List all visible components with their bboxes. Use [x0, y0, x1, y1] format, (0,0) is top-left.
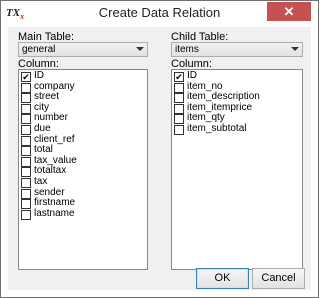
checkbox[interactable]: [21, 103, 31, 114]
checkbox[interactable]: [21, 135, 31, 146]
chevron-down-icon: [291, 47, 299, 51]
checkbox[interactable]: [174, 93, 184, 104]
cancel-button[interactable]: Cancel: [252, 268, 305, 289]
ok-button[interactable]: OK: [196, 268, 249, 289]
child-table-value: items: [175, 44, 199, 55]
list-item-label: item_subtotal: [187, 123, 247, 134]
checkbox[interactable]: [21, 93, 31, 104]
dialog-body: Main Table: general Column: ✔ ID company st…: [8, 27, 311, 290]
checkbox[interactable]: [21, 209, 31, 220]
checkbox[interactable]: [174, 125, 184, 135]
checkbox-checked[interactable]: ✔: [174, 72, 184, 82]
checkbox[interactable]: [21, 156, 31, 167]
checkbox[interactable]: [21, 199, 31, 210]
checkbox[interactable]: [21, 146, 31, 157]
checkbox[interactable]: [174, 103, 184, 114]
checkbox[interactable]: [21, 167, 31, 178]
checkbox[interactable]: [21, 125, 31, 135]
list-item-label: lastname: [34, 207, 75, 219]
child-table-select[interactable]: items: [171, 42, 303, 57]
close-button[interactable]: ✕: [267, 2, 311, 21]
main-column-list[interactable]: ✔ ID company street city number due client_ref t…: [18, 69, 148, 270]
checkbox[interactable]: [21, 178, 31, 188]
main-table-select[interactable]: general: [18, 42, 148, 57]
checkbox[interactable]: [174, 114, 184, 125]
checkbox-checked[interactable]: ✔: [21, 72, 31, 82]
checkbox[interactable]: [174, 82, 184, 93]
child-column-list[interactable]: ✔ ID item_no item_description item_itemprice…: [171, 69, 303, 270]
close-icon: ✕: [283, 4, 295, 19]
checkbox[interactable]: [21, 82, 31, 93]
main-table-value: general: [22, 44, 56, 55]
chevron-down-icon: [136, 47, 144, 51]
checkbox[interactable]: [21, 188, 31, 199]
dialog-window: TXx Create Data Relation ✕ Main Table: g…: [0, 0, 319, 298]
title-bar: TXx Create Data Relation ✕: [1, 1, 318, 27]
checkbox[interactable]: [21, 114, 31, 125]
